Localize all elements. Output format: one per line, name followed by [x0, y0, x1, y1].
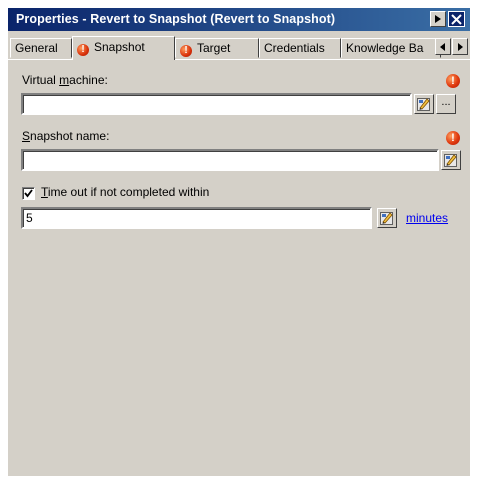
tab-snapshot[interactable]: ! Snapshot	[72, 36, 175, 60]
triangle-right-icon	[458, 42, 463, 51]
timeout-lookup-button[interactable]	[377, 208, 397, 228]
pencil-picker-icon	[417, 98, 430, 111]
snapshot-name-label: Snapshot name:	[22, 129, 110, 143]
timeout-unit-link[interactable]: minutes	[406, 211, 448, 225]
virtual-machine-label: Virtual machine:	[22, 73, 108, 87]
tab-scroll-left-button[interactable]	[435, 38, 451, 55]
warning-icon: !	[77, 44, 89, 56]
snapshot-panel: Virtual machine: ! ... Snapshot name: !	[8, 59, 470, 476]
tab-label: Target	[197, 41, 231, 55]
triangle-right-icon	[435, 15, 441, 23]
virtual-machine-lookup-button[interactable]	[414, 94, 434, 114]
timeout-input[interactable]: 5	[21, 207, 372, 229]
snapshot-name-input[interactable]	[21, 149, 439, 171]
properties-dialog: Properties - Revert to Snapshot (Revert …	[8, 8, 470, 476]
tab-scroll-right-button[interactable]	[452, 38, 468, 55]
pencil-picker-icon	[380, 212, 393, 225]
triangle-left-icon	[440, 42, 445, 51]
snapshot-name-warning-icon: !	[446, 131, 460, 145]
window-title: Properties - Revert to Snapshot (Revert …	[16, 12, 336, 26]
tab-label: Credentials	[264, 41, 325, 55]
tab-label: Snapshot	[94, 40, 145, 54]
close-button[interactable]	[448, 11, 465, 27]
virtual-machine-warning-icon: !	[446, 74, 460, 88]
virtual-machine-input[interactable]	[21, 93, 412, 115]
pencil-picker-icon	[444, 154, 457, 167]
warning-icon: !	[180, 45, 192, 57]
tab-label: General	[15, 41, 58, 55]
timeout-label[interactable]: Time out if not completed within	[41, 185, 209, 199]
tab-target[interactable]: ! Target	[175, 38, 259, 58]
tab-strip: General ! Snapshot ! Target Credentials Kn…	[8, 36, 470, 60]
tab-knowledge-base[interactable]: Knowledge Ba	[341, 38, 441, 58]
virtual-machine-browse-button[interactable]: ...	[436, 94, 456, 114]
check-icon	[24, 189, 33, 198]
close-icon	[451, 13, 462, 25]
tab-credentials[interactable]: Credentials	[259, 38, 341, 58]
tab-label: Knowledge Ba	[346, 41, 424, 55]
snapshot-name-lookup-button[interactable]	[441, 150, 461, 170]
title-bar[interactable]: Properties - Revert to Snapshot (Revert …	[8, 8, 470, 31]
dock-button[interactable]	[430, 11, 446, 27]
tab-general[interactable]: General	[10, 38, 72, 58]
timeout-checkbox[interactable]	[22, 187, 35, 200]
